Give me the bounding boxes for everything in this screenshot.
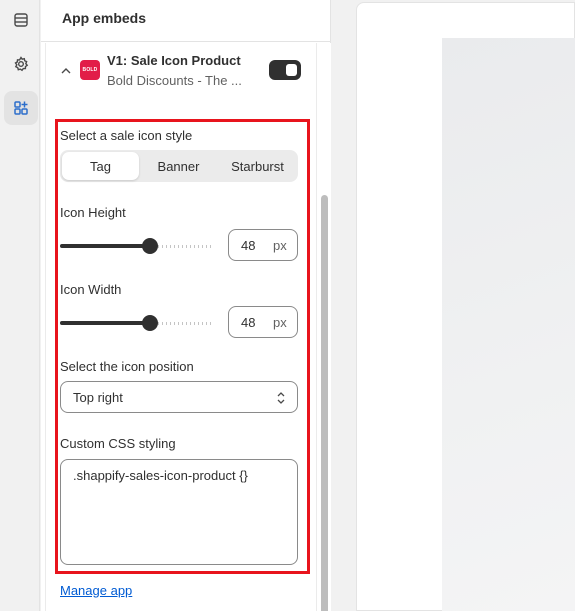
panel-header: App embeds (41, 0, 331, 42)
embed-title: V1: Sale Icon Product (107, 53, 241, 68)
sections-button[interactable] (4, 3, 38, 37)
panel-content: BOLD V1: Sale Icon Product Bold Discount… (45, 43, 317, 611)
position-value: Top right (73, 390, 123, 405)
scrollbar-thumb[interactable] (321, 195, 328, 611)
width-value: 48 (241, 315, 256, 330)
height-slider-thumb[interactable] (142, 238, 158, 254)
width-slider-thumb[interactable] (142, 315, 158, 331)
style-option-starburst[interactable]: Starburst (219, 152, 296, 180)
app-logo-icon: BOLD (80, 60, 100, 80)
height-slider[interactable] (60, 238, 215, 254)
toggle-knob (286, 64, 297, 76)
width-slider[interactable] (60, 315, 215, 331)
css-value: .shappify-sales-icon-product {} (73, 468, 248, 483)
css-textarea[interactable]: .shappify-sales-icon-product {} (60, 459, 298, 565)
preview-product-image (442, 38, 575, 611)
css-label: Custom CSS styling (60, 436, 176, 451)
style-label: Select a sale icon style (60, 128, 193, 143)
app-embeds-panel: App embeds BOLD V1: Sale Icon Product Bo… (41, 0, 331, 611)
width-unit: px (273, 315, 287, 330)
apps-icon (14, 101, 28, 115)
height-label: Icon Height (60, 205, 126, 220)
height-slider-track (158, 245, 214, 248)
position-select[interactable]: Top right (60, 381, 298, 413)
embed-toggle[interactable] (269, 60, 301, 80)
style-option-tag[interactable]: Tag (62, 152, 139, 180)
width-input[interactable]: 48 px (228, 306, 298, 338)
width-label: Icon Width (60, 282, 122, 297)
height-value: 48 (241, 238, 256, 253)
width-slider-track (158, 322, 214, 325)
height-input[interactable]: 48 px (228, 229, 298, 261)
chevron-up-icon[interactable] (60, 65, 72, 77)
width-slider-fill (60, 321, 150, 325)
height-unit: px (273, 238, 287, 253)
panel-scrollbar[interactable] (317, 43, 331, 611)
panel-title: App embeds (62, 10, 147, 26)
style-option-banner[interactable]: Banner (140, 152, 217, 180)
settings-button[interactable] (4, 47, 38, 81)
position-label: Select the icon position (60, 359, 194, 374)
left-rail (0, 0, 40, 611)
height-slider-fill (60, 244, 150, 248)
gear-icon (14, 56, 29, 72)
manage-app-link[interactable]: Manage app (60, 583, 132, 598)
apps-button[interactable] (4, 91, 38, 125)
sections-icon (14, 13, 28, 27)
embed-subtitle: Bold Discounts - The ... (107, 73, 242, 88)
style-segmented-control: Tag Banner Starburst (60, 150, 298, 182)
select-caret-icon (277, 392, 285, 404)
